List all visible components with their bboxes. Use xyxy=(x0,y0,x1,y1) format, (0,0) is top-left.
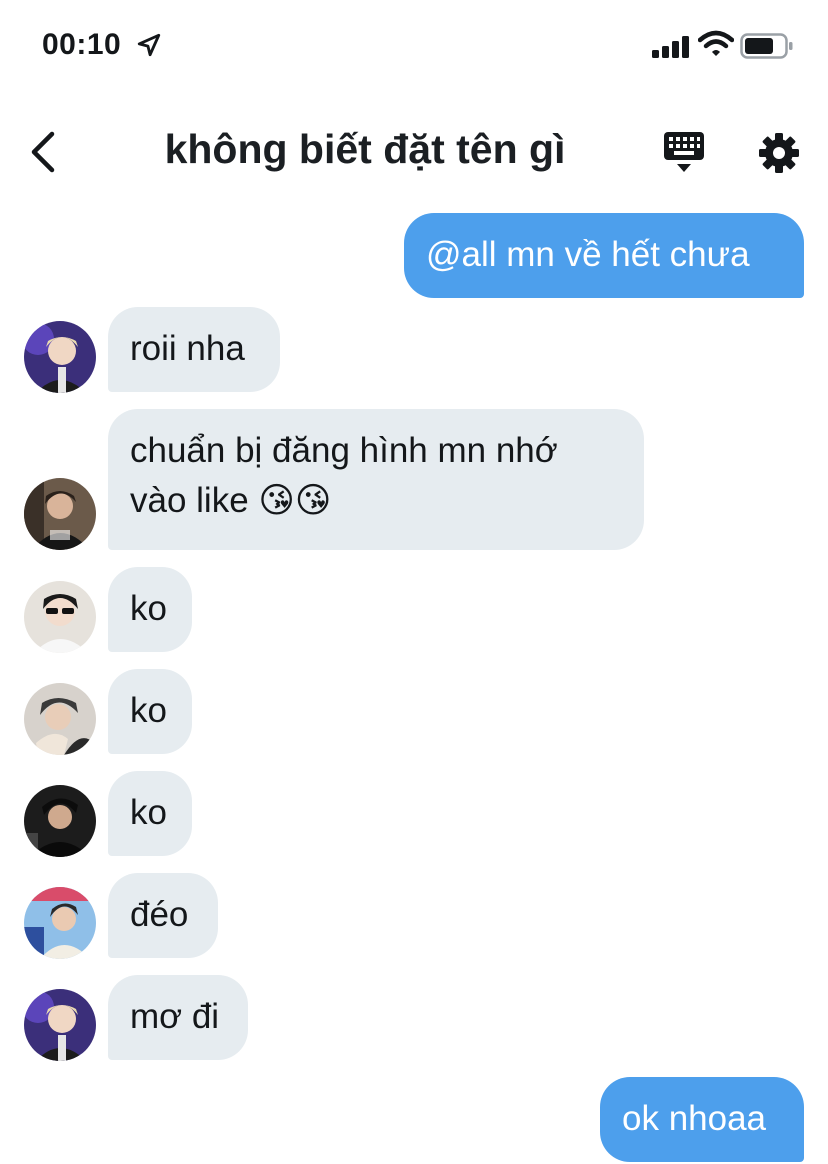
status-time: 00:10 xyxy=(42,28,122,61)
message-text: ko xyxy=(130,793,167,832)
message-bubble-incoming[interactable]: ko xyxy=(108,567,192,652)
back-chevron-icon[interactable] xyxy=(28,130,60,174)
avatar[interactable] xyxy=(24,887,96,959)
message-bubble-incoming[interactable]: roii nha xyxy=(108,307,280,392)
battery-icon xyxy=(740,33,793,59)
avatar[interactable] xyxy=(24,785,96,857)
message-bubble-outgoing[interactable]: @all mn về hết chưa xyxy=(404,213,804,298)
avatar[interactable] xyxy=(24,683,96,755)
message-text: ko xyxy=(130,589,167,628)
avatar[interactable] xyxy=(24,321,96,393)
location-arrow-icon xyxy=(137,33,161,57)
message-text-line: vào like 😘😘 xyxy=(130,481,332,520)
message-bubble-incoming[interactable]: đéo xyxy=(108,873,218,958)
message-bubble-incoming[interactable]: chuẩn bị đăng hình mn nhớ vào like 😘😘 xyxy=(108,409,644,550)
message-text: @all mn về hết chưa xyxy=(426,235,750,274)
message-bubble-incoming[interactable]: ko xyxy=(108,669,192,754)
signal-icon xyxy=(652,36,689,58)
avatar[interactable] xyxy=(24,989,96,1061)
message-text: đéo xyxy=(130,895,189,934)
message-bubble-incoming[interactable]: ko xyxy=(108,771,192,856)
conversation-title: không biết đặt tên gì xyxy=(164,126,566,172)
wifi-icon xyxy=(698,30,734,56)
message-bubble-incoming[interactable]: mơ đi xyxy=(108,975,248,1060)
message-bubble-outgoing[interactable]: ok nhoaa xyxy=(600,1077,804,1162)
message-text: roii nha xyxy=(130,329,245,368)
conversation-header: không biết đặt tên gì xyxy=(0,108,828,192)
avatar[interactable] xyxy=(24,581,96,653)
status-bar: 00:10 xyxy=(0,0,828,96)
avatar[interactable] xyxy=(24,478,96,550)
message-text: ko xyxy=(130,691,167,730)
message-text: ok nhoaa xyxy=(622,1099,767,1138)
gear-icon[interactable] xyxy=(758,132,800,174)
keyboard-icon[interactable] xyxy=(662,130,706,174)
message-text-line: chuẩn bị đăng hình mn nhớ xyxy=(130,431,558,470)
message-text: mơ đi xyxy=(130,997,220,1036)
